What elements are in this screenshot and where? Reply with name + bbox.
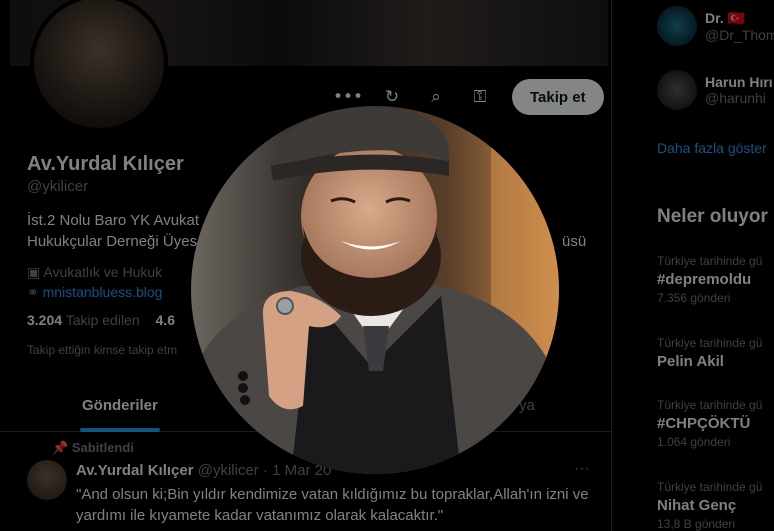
- who-to-follow-item[interactable]: Harun Hırı @harunhi: [657, 70, 773, 110]
- profile-stats: 3.204 Takip edilen 4.6: [27, 312, 175, 328]
- tweet-header: Av.Yurdal Kılıçer @ykilicer · 1 Mar 20: [76, 462, 331, 479]
- tab-posts[interactable]: Gönderiler: [82, 397, 158, 414]
- who-handle: @Dr_Thoma: [705, 26, 774, 43]
- tweet-meta: @ykilicer · 1 Mar 20: [197, 462, 332, 479]
- bio-tail: üsü: [562, 233, 587, 250]
- website-link[interactable]: mnistanbluess.blog: [43, 284, 163, 300]
- followed-by-note: Takip ettiğin kimse takip etm: [27, 343, 178, 357]
- trend-title: #depremoldu: [657, 271, 752, 288]
- profile-page: ••• ↻ ⌕ ⚿ Takip et Av.Yurdal Kılıçer @yk…: [0, 0, 774, 531]
- trend-count: 1.064 gönderi: [657, 435, 731, 449]
- avatar: [657, 70, 697, 110]
- profile-photo-viewer[interactable]: [191, 106, 559, 474]
- trend-context: Türkiye tarihinde gü: [657, 398, 763, 412]
- tweet-avatar[interactable]: [27, 460, 67, 500]
- trend-context: Türkiye tarihinde gü: [657, 336, 763, 350]
- pinned-label: 📌 Sabitlendi: [52, 440, 134, 456]
- trend-title: #CHPÇÖKTÜ: [657, 415, 751, 432]
- followers-count: 4.6: [155, 312, 175, 328]
- pinned-text: Sabitlendi: [71, 440, 134, 455]
- trends-title: Neler oluyor: [657, 206, 768, 227]
- follow-button[interactable]: Takip et: [512, 79, 604, 115]
- trend-count: 13,8 B gönderi: [657, 517, 736, 531]
- tab-active-indicator: [80, 428, 160, 432]
- following-stat[interactable]: 3.204 Takip edilen: [27, 312, 140, 328]
- show-more-link[interactable]: Daha fazla göster: [657, 140, 767, 156]
- who-to-follow-item[interactable]: Dr. 🇹🇷 @Dr_Thoma: [657, 6, 774, 46]
- profile-meta: ▣ Avukatlık ve Hukuk ⚭ mnistanbluess.blo…: [27, 262, 162, 302]
- following-count: 3.204: [27, 312, 63, 328]
- trend-item[interactable]: Türkiye tarihinde gü #depremoldu 7.356 g…: [657, 254, 762, 305]
- who-name: Harun Hırı: [705, 74, 773, 90]
- profile-job: ▣ Avukatlık ve Hukuk: [27, 262, 162, 282]
- gift-icon[interactable]: ⚿: [462, 79, 498, 115]
- job-label: Avukatlık ve Hukuk: [43, 264, 163, 280]
- trend-count: 7.356 gönderi: [657, 291, 731, 305]
- pin-icon: 📌: [52, 440, 72, 455]
- trend-item[interactable]: Türkiye tarihinde gü #CHPÇÖKTÜ 1.064 gön…: [657, 398, 762, 449]
- tweet-text: "And olsun ki;Bin yıldır kendimize vatan…: [76, 486, 589, 524]
- profile-name: Av.Yurdal Kılıçer: [27, 153, 184, 175]
- tweet-more-icon[interactable]: ···: [574, 460, 590, 478]
- who-name: Dr. 🇹🇷: [705, 9, 745, 26]
- right-sidebar: Dr. 🇹🇷 @Dr_Thoma Harun Hırı @harunhi Dah…: [612, 0, 774, 531]
- profile-handle: @ykilicer: [27, 178, 89, 195]
- profile-website[interactable]: ⚭ mnistanbluess.blog: [27, 282, 162, 302]
- trend-item[interactable]: Türkiye tarihinde gü Nihat Genç 13,8 B g…: [657, 480, 762, 531]
- profile-avatar[interactable]: [30, 0, 168, 132]
- trend-item[interactable]: Türkiye tarihinde gü Pelin Akil: [657, 336, 762, 370]
- search-icon[interactable]: ⌕: [418, 79, 454, 115]
- avatar: [657, 6, 697, 46]
- trend-title: Pelin Akil: [657, 353, 724, 370]
- who-handle: @harunhi: [705, 90, 766, 106]
- profile-photo: [191, 106, 559, 474]
- tweet-author-name[interactable]: Av.Yurdal Kılıçer: [76, 462, 194, 479]
- link-icon: ⚭: [27, 284, 43, 300]
- trend-title: Nihat Genç: [657, 497, 737, 514]
- followers-stat[interactable]: 4.6: [156, 312, 175, 328]
- trend-context: Türkiye tarihinde gü: [657, 480, 763, 494]
- briefcase-icon: ▣: [27, 264, 44, 280]
- trend-context: Türkiye tarihinde gü: [657, 254, 763, 268]
- following-label: Takip edilen: [65, 312, 140, 328]
